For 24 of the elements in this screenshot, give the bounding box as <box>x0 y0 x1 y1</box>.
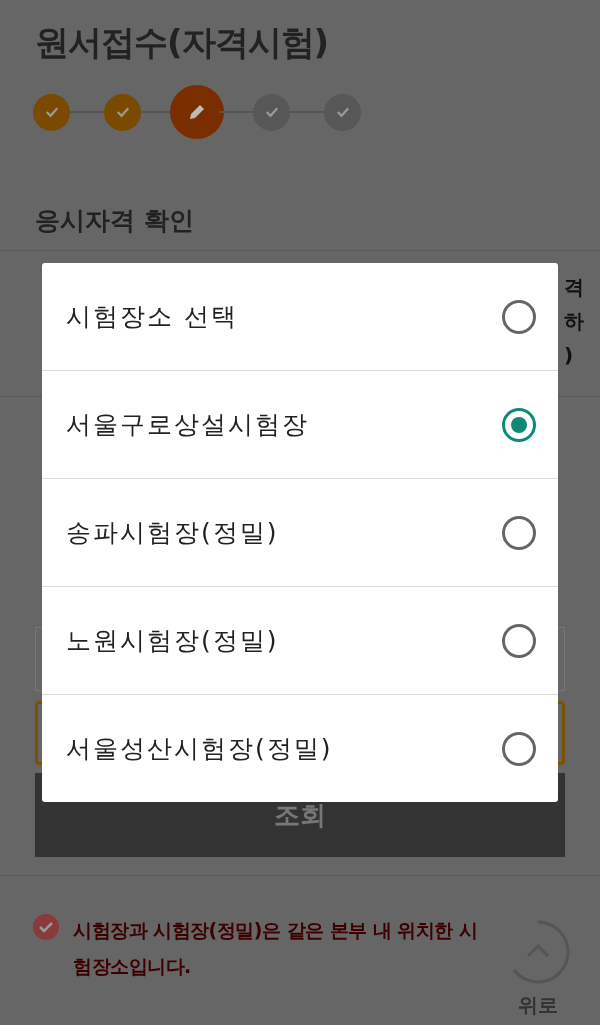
radio-button[interactable] <box>502 299 536 334</box>
pencil-step-icon <box>170 85 224 139</box>
check-step-icon <box>104 93 141 131</box>
radio-button[interactable] <box>502 623 536 658</box>
venue-option[interactable]: 서울구로상설시험장 <box>42 371 558 479</box>
option-label: 시험장소 선택 <box>66 301 238 333</box>
venue-option[interactable]: 송파시험장(정밀) <box>42 479 558 587</box>
notice-text: 시험장과 시험장(정밀)은 같은 본부 내 위치한 시험장소입니다. <box>73 918 479 979</box>
option-label: 서울구로상설시험장 <box>66 409 309 441</box>
option-label: 노원시험장(정밀) <box>66 625 279 657</box>
radio-button[interactable] <box>502 407 536 442</box>
cut-off-text: ) <box>564 342 574 369</box>
venue-option[interactable]: 시험장소 선택 <box>42 263 558 371</box>
check-circle-icon <box>33 914 59 940</box>
venue-option[interactable]: 노원시험장(정밀) <box>42 587 558 695</box>
cut-off-text: 하 <box>564 308 584 335</box>
cut-off-text: 격 <box>564 274 584 301</box>
option-label: 서울성산시험장(정밀) <box>66 733 333 765</box>
section-title: 응시자격 확인 <box>34 205 195 237</box>
radio-button[interactable] <box>502 731 536 766</box>
option-label: 송파시험장(정밀) <box>66 517 279 549</box>
page-title: 원서접수(자격시험) <box>34 21 330 64</box>
radio-button[interactable] <box>502 515 536 550</box>
check-step-icon <box>33 93 70 131</box>
